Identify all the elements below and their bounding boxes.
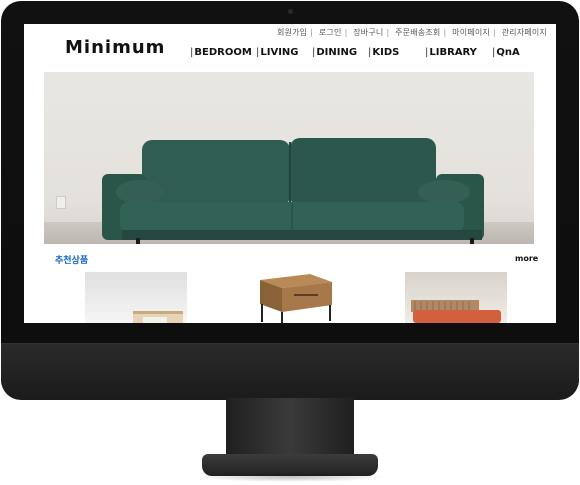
site-logo[interactable]: Minimum — [65, 37, 165, 58]
nav-item-bedroom[interactable]: |BEDROOM — [190, 47, 252, 58]
product-card[interactable] — [405, 272, 507, 323]
nav-item-kids[interactable]: |KIDS — [368, 47, 399, 58]
mypage-link[interactable]: 마이페이지 — [452, 28, 490, 37]
product-card[interactable] — [254, 272, 336, 323]
website-screen: 회원가입 | 로그인 | 장바구니 | 주문배송조회 | 마이페이지 | 관리자페이지 M… — [24, 24, 556, 323]
nav-item-dining[interactable]: |DINING — [312, 47, 357, 58]
camera-icon — [288, 9, 293, 14]
nightstand-product-image — [260, 274, 332, 323]
more-link[interactable]: more — [515, 254, 538, 263]
product-card[interactable] — [85, 272, 187, 323]
foot-shadow — [195, 472, 385, 482]
cart-link[interactable]: 장바구니 — [353, 28, 383, 37]
top-links: 회원가입 | 로그인 | 장바구니 | 주문배송조회 | 마이페이지 | 관리자페이지 — [276, 28, 547, 37]
sofa-illustration — [102, 138, 484, 244]
monitor-stand — [226, 398, 354, 456]
login-link[interactable]: 로그인 — [319, 28, 342, 37]
hero-banner[interactable] — [44, 72, 534, 244]
signup-link[interactable]: 회원가입 — [277, 28, 307, 37]
nav-item-living[interactable]: |LIVING — [256, 47, 299, 58]
bench-product-image — [411, 300, 501, 323]
admin-page-link[interactable]: 관리자페이지 — [502, 28, 547, 37]
nav-item-library[interactable]: |LIBRARY — [425, 47, 477, 58]
bed-product-image — [133, 311, 183, 323]
order-tracking-link[interactable]: 주문배송조회 — [395, 28, 440, 37]
monitor-chin — [1, 343, 579, 400]
recommended-products-title: 추천상품 — [55, 256, 89, 266]
nav-item-qna[interactable]: |QnA — [492, 47, 520, 58]
